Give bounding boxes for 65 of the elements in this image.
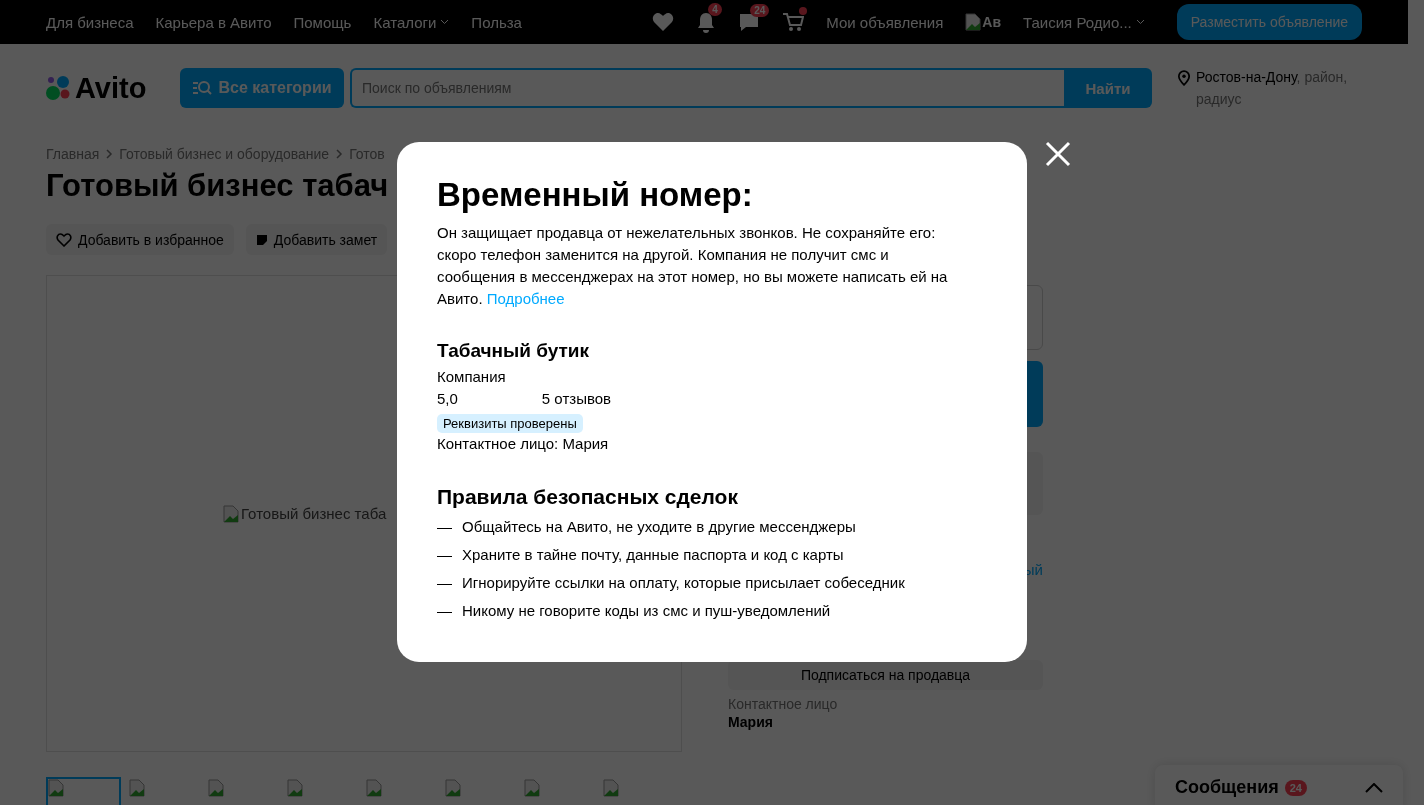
- seller-rating: 5,0: [437, 389, 458, 409]
- dash-marker: —: [437, 573, 452, 593]
- verified-badge: Реквизиты проверены: [437, 414, 583, 433]
- broken-image-icon: [287, 779, 303, 797]
- heart-icon[interactable]: [652, 12, 675, 32]
- cart-icon[interactable]: [782, 12, 805, 32]
- top-nav-link[interactable]: Польза: [471, 13, 522, 31]
- broken-image-icon: [48, 779, 64, 797]
- logo[interactable]: Avito: [46, 71, 180, 105]
- broken-image-icon: [524, 779, 540, 797]
- add-favorite-button[interactable]: Добавить в избранное: [46, 224, 234, 255]
- message-count: 24: [750, 4, 770, 17]
- chevron-down-icon: [1135, 19, 1145, 25]
- notification-count: 4: [708, 3, 722, 16]
- post-ad-button[interactable]: Разместить объявление: [1176, 4, 1362, 40]
- broken-image-icon: [208, 779, 224, 797]
- rule-text: Храните в тайне почту, данные паспорта и код с карты: [462, 545, 844, 565]
- broken-image-icon: [129, 779, 145, 797]
- broken-image-icon: [445, 779, 461, 797]
- top-nav-link[interactable]: Помощь: [293, 13, 352, 31]
- dash-marker: —: [437, 517, 452, 537]
- note-icon: [255, 233, 268, 246]
- close-button[interactable]: [1044, 140, 1072, 168]
- rule-text: Игнорируйте ссылки на оплату, которые присылает собеседник: [462, 573, 905, 593]
- rule-text: Общайтесь на Авито, не уходите в другие мессенджеры: [462, 517, 856, 537]
- top-nav-link[interactable]: Каталоги: [373, 13, 450, 31]
- modal-description: Он защищает продавца от нежелательных звонков. Не сохраняйте его: скоро телефон заменится на другой. Компания не получит смс и сообщения в мессенджерах на этот номер, но вы можете написать ей на Авито. Подробнее: [437, 223, 949, 309]
- contact-person: Контактное лицо: Мария: [437, 434, 610, 454]
- avatar-image[interactable]: Ав: [965, 13, 1002, 31]
- top-nav-link[interactable]: Карьера в Авито: [155, 13, 272, 31]
- messages-widget[interactable]: Сообщения 24: [1155, 765, 1403, 805]
- seller-type: Компания: [437, 367, 507, 387]
- messages-title: Сообщения: [1175, 777, 1279, 798]
- broken-image-icon: [366, 779, 382, 797]
- find-button[interactable]: Найти: [1064, 68, 1152, 108]
- thumbnail[interactable]: [46, 777, 121, 805]
- dash-marker: —: [437, 545, 452, 565]
- broken-image-icon: [603, 779, 619, 797]
- image-alt-text: Готовый бизнес таба: [223, 504, 387, 523]
- listing-title: Готовый бизнес табач: [46, 168, 389, 204]
- add-note-button[interactable]: Добавить замет: [245, 224, 388, 255]
- location-pin-icon: [1178, 69, 1190, 87]
- heart-icon: [56, 232, 72, 247]
- contact-name: Мария: [728, 714, 774, 730]
- reviews-count[interactable]: 5 отзывов: [541, 388, 612, 410]
- rules-title: Правила безопасных сделок: [437, 485, 739, 509]
- seller-name: Табачный бутик: [437, 340, 590, 362]
- chevron-right-icon: [105, 149, 114, 159]
- modal-title: Временный номер:: [437, 176, 754, 214]
- subscribe-button[interactable]: Подписаться на продавца: [728, 660, 1043, 690]
- list-search-icon: [192, 80, 213, 96]
- chat-icon[interactable]: [738, 12, 761, 32]
- bell-icon[interactable]: [696, 11, 717, 33]
- dash-marker: —: [437, 601, 452, 621]
- chevron-up-icon[interactable]: [1365, 782, 1383, 793]
- rule-text: Никому не говорите коды из смс и пуш-уведомлений: [462, 601, 831, 621]
- user-menu[interactable]: Таисия Родио...: [1023, 13, 1145, 31]
- chevron-right-icon: [335, 149, 344, 159]
- logo-dots-icon: [46, 75, 72, 101]
- my-ads-link[interactable]: Мои объявления: [826, 13, 944, 31]
- message-count: 24: [1284, 779, 1307, 796]
- top-nav-link[interactable]: Для бизнеса: [46, 13, 134, 31]
- all-categories-button[interactable]: Все категории: [180, 68, 344, 108]
- more-link[interactable]: Подробнее: [486, 290, 565, 307]
- broken-image-icon: [223, 504, 239, 523]
